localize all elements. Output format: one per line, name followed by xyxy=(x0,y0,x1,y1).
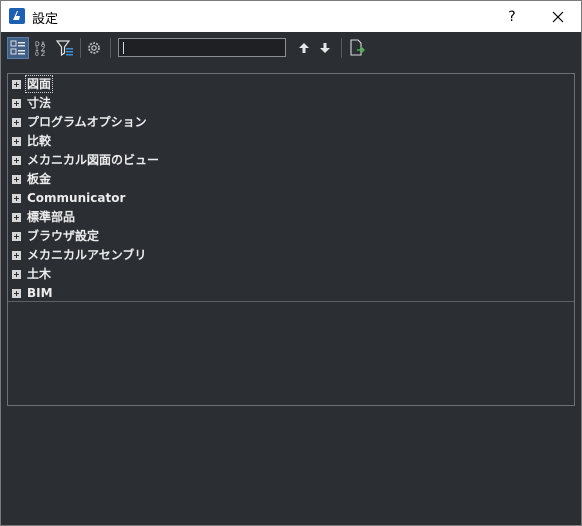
expand-icon[interactable] xyxy=(12,270,21,279)
expand-icon[interactable] xyxy=(12,80,21,89)
toolbar-separator xyxy=(110,38,111,58)
expand-icon[interactable] xyxy=(12,156,21,165)
alphabetical-sort-button[interactable]: D A 1 Z 0 Z xyxy=(31,37,53,59)
categorized-view-icon xyxy=(10,40,25,55)
export-icon xyxy=(350,39,365,56)
svg-text:Z: Z xyxy=(41,51,45,57)
tree-item-label: Communicator xyxy=(27,191,126,205)
tree-item-label: 標準部品 xyxy=(27,210,76,224)
tree-item[interactable]: メカニカルアセンブリ xyxy=(8,246,574,265)
expand-icon[interactable] xyxy=(12,118,21,127)
app-logo-icon xyxy=(9,8,25,24)
toolbar-separator xyxy=(80,38,81,58)
tree-item[interactable]: プログラムオプション xyxy=(8,113,574,132)
tree-item[interactable]: メカニカル図面のビュー xyxy=(8,151,574,170)
tree-item-label: プログラムオプション xyxy=(27,115,147,129)
expand-icon[interactable] xyxy=(12,137,21,146)
export-button[interactable] xyxy=(346,37,368,59)
svg-text:0: 0 xyxy=(35,51,39,57)
expand-icon[interactable] xyxy=(12,175,21,184)
tree-item[interactable]: 図面 xyxy=(8,75,574,94)
tree-item-label: 比較 xyxy=(27,134,52,148)
toolbar: D A 1 Z 0 Z xyxy=(1,32,581,64)
tree-item[interactable]: ブラウザ設定 xyxy=(8,227,574,246)
tree-item[interactable]: 比較 xyxy=(8,132,574,151)
tree-item-label: 土木 xyxy=(27,267,52,281)
window-title: 設定 xyxy=(32,12,59,27)
close-button[interactable] xyxy=(535,1,581,32)
gear-icon xyxy=(88,42,100,54)
search-input[interactable] xyxy=(118,38,286,57)
filter-icon xyxy=(56,40,73,57)
tree-item[interactable]: 標準部品 xyxy=(8,208,574,227)
move-up-button[interactable] xyxy=(293,37,315,59)
expand-icon[interactable] xyxy=(12,232,21,241)
alphabetical-sort-icon: D A 1 Z 0 Z xyxy=(35,41,46,57)
close-icon xyxy=(552,11,564,22)
settings-dialog: 設定 ? D A 1 Z 0 Z 図面 寸法 プログラムオプション 比較 メカニ… xyxy=(0,0,582,526)
toolbar-separator xyxy=(341,38,342,58)
tree-item-label: 板金 xyxy=(27,172,52,186)
help-button[interactable]: ? xyxy=(489,1,535,32)
categorized-view-button[interactable] xyxy=(7,37,29,59)
move-down-button[interactable] xyxy=(314,37,336,59)
expand-icon[interactable] xyxy=(12,251,21,260)
tree-divider xyxy=(8,301,574,302)
tree-item[interactable]: 板金 xyxy=(8,170,574,189)
tree-item-label: ブラウザ設定 xyxy=(27,229,100,243)
expand-icon[interactable] xyxy=(12,99,21,108)
tree-item-label: 図面 xyxy=(24,75,54,93)
tree-item-label: メカニカルアセンブリ xyxy=(27,248,147,262)
text-caret xyxy=(123,42,124,54)
tree-item-label: メカニカル図面のビュー xyxy=(27,153,160,167)
settings-tree-panel[interactable]: 図面寸法プログラムオプション 比較メカニカル図面のビュー 板金 Communicato… xyxy=(7,73,575,406)
filter-button[interactable] xyxy=(54,37,76,59)
tree-item[interactable]: Communicator xyxy=(8,189,574,208)
settings-button[interactable] xyxy=(83,37,105,59)
arrow-down-icon xyxy=(320,43,330,53)
title-bar[interactable]: 設定 ? xyxy=(1,1,581,32)
tree-item-label: BIM xyxy=(27,286,53,300)
expand-icon[interactable] xyxy=(12,194,21,203)
tree-item[interactable]: 寸法 xyxy=(8,94,574,113)
arrow-up-icon xyxy=(299,43,309,53)
tree-item[interactable]: 土木 xyxy=(8,265,574,284)
tree-item-label: 寸法 xyxy=(27,96,52,110)
expand-icon[interactable] xyxy=(12,213,21,222)
expand-icon[interactable] xyxy=(12,289,21,298)
